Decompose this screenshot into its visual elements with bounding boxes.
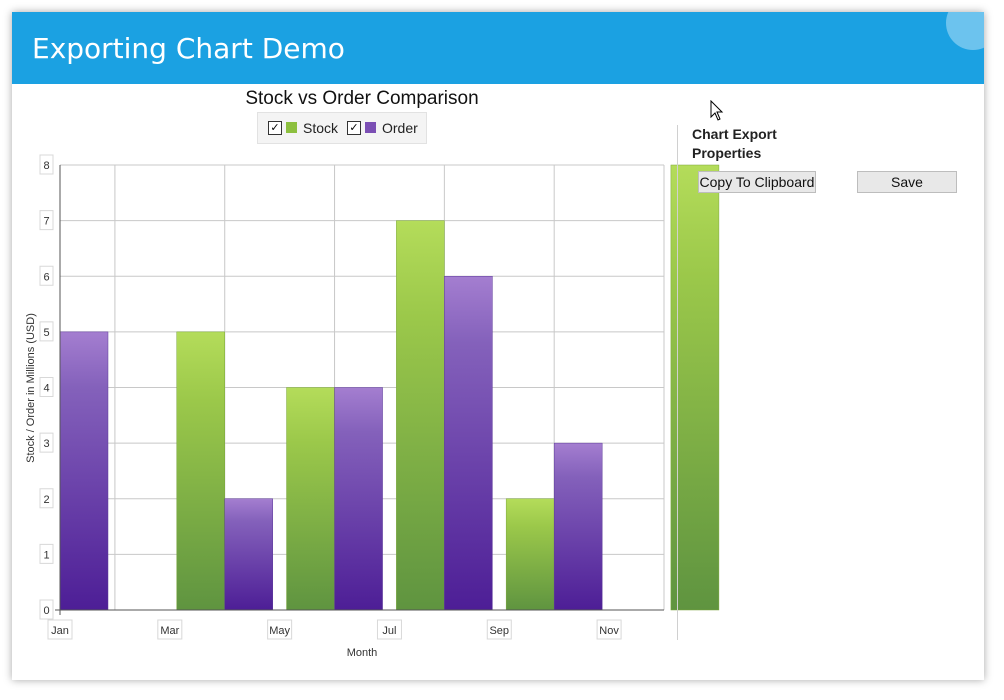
dialog-window: Exporting Chart Demo × 012345678JanMarMa… [12,12,984,680]
bar-order [59,331,109,611]
x-tick-label: Jan [51,625,69,637]
legend-label-stock: Stock [303,120,339,136]
chart-legend: ✓ Stock ✓ Order [257,112,427,144]
bar-order [334,387,383,611]
x-tick-label: May [269,625,290,637]
bar-stock [505,498,555,611]
y-tick-label: 2 [43,494,49,506]
panel-divider [677,125,678,640]
y-tick-label: 4 [43,383,49,395]
chart-title: Stock vs Order Comparison [245,88,479,109]
x-tick-label: Mar [160,625,179,637]
bar-chart: 0 1 2 3 4 5 6 7 8 Jan Mar May Jul Sep Nov Month Stock … [25,154,720,659]
x-axis-title: Month [347,647,378,659]
properties-title: Chart Export Properties [692,126,777,161]
y-tick-label: 7 [43,216,49,228]
y-axis-title: Stock / Order in Millions (USD) [25,313,37,463]
bar-stock [176,331,225,611]
bar-order [553,442,603,611]
bar-stock [286,387,335,611]
x-tick-label: Sep [489,625,509,637]
y-tick-label: 8 [43,160,49,172]
y-tick-label: 1 [43,549,49,561]
legend-label-order: Order [382,120,418,136]
bar-order [224,498,273,611]
bar-stock [670,164,720,611]
y-tick-label: 3 [43,438,49,450]
mouse-cursor-icon [710,100,724,121]
y-tick-label: 0 [43,605,49,617]
x-tick-label: Nov [599,625,619,637]
legend-swatch-order [365,122,376,133]
checkbox-icon[interactable]: ✓ [268,121,282,135]
save-button[interactable]: Save [857,171,957,193]
bar-stock [396,220,445,611]
y-tick-label: 5 [43,327,49,339]
x-tick-label: Jul [382,625,396,637]
y-tick-label: 6 [43,271,49,283]
checkbox-icon[interactable]: ✓ [347,121,361,135]
bar-order [444,276,493,611]
legend-swatch-stock [286,122,297,133]
copy-to-clipboard-button[interactable]: Copy To Clipboard [698,171,816,193]
